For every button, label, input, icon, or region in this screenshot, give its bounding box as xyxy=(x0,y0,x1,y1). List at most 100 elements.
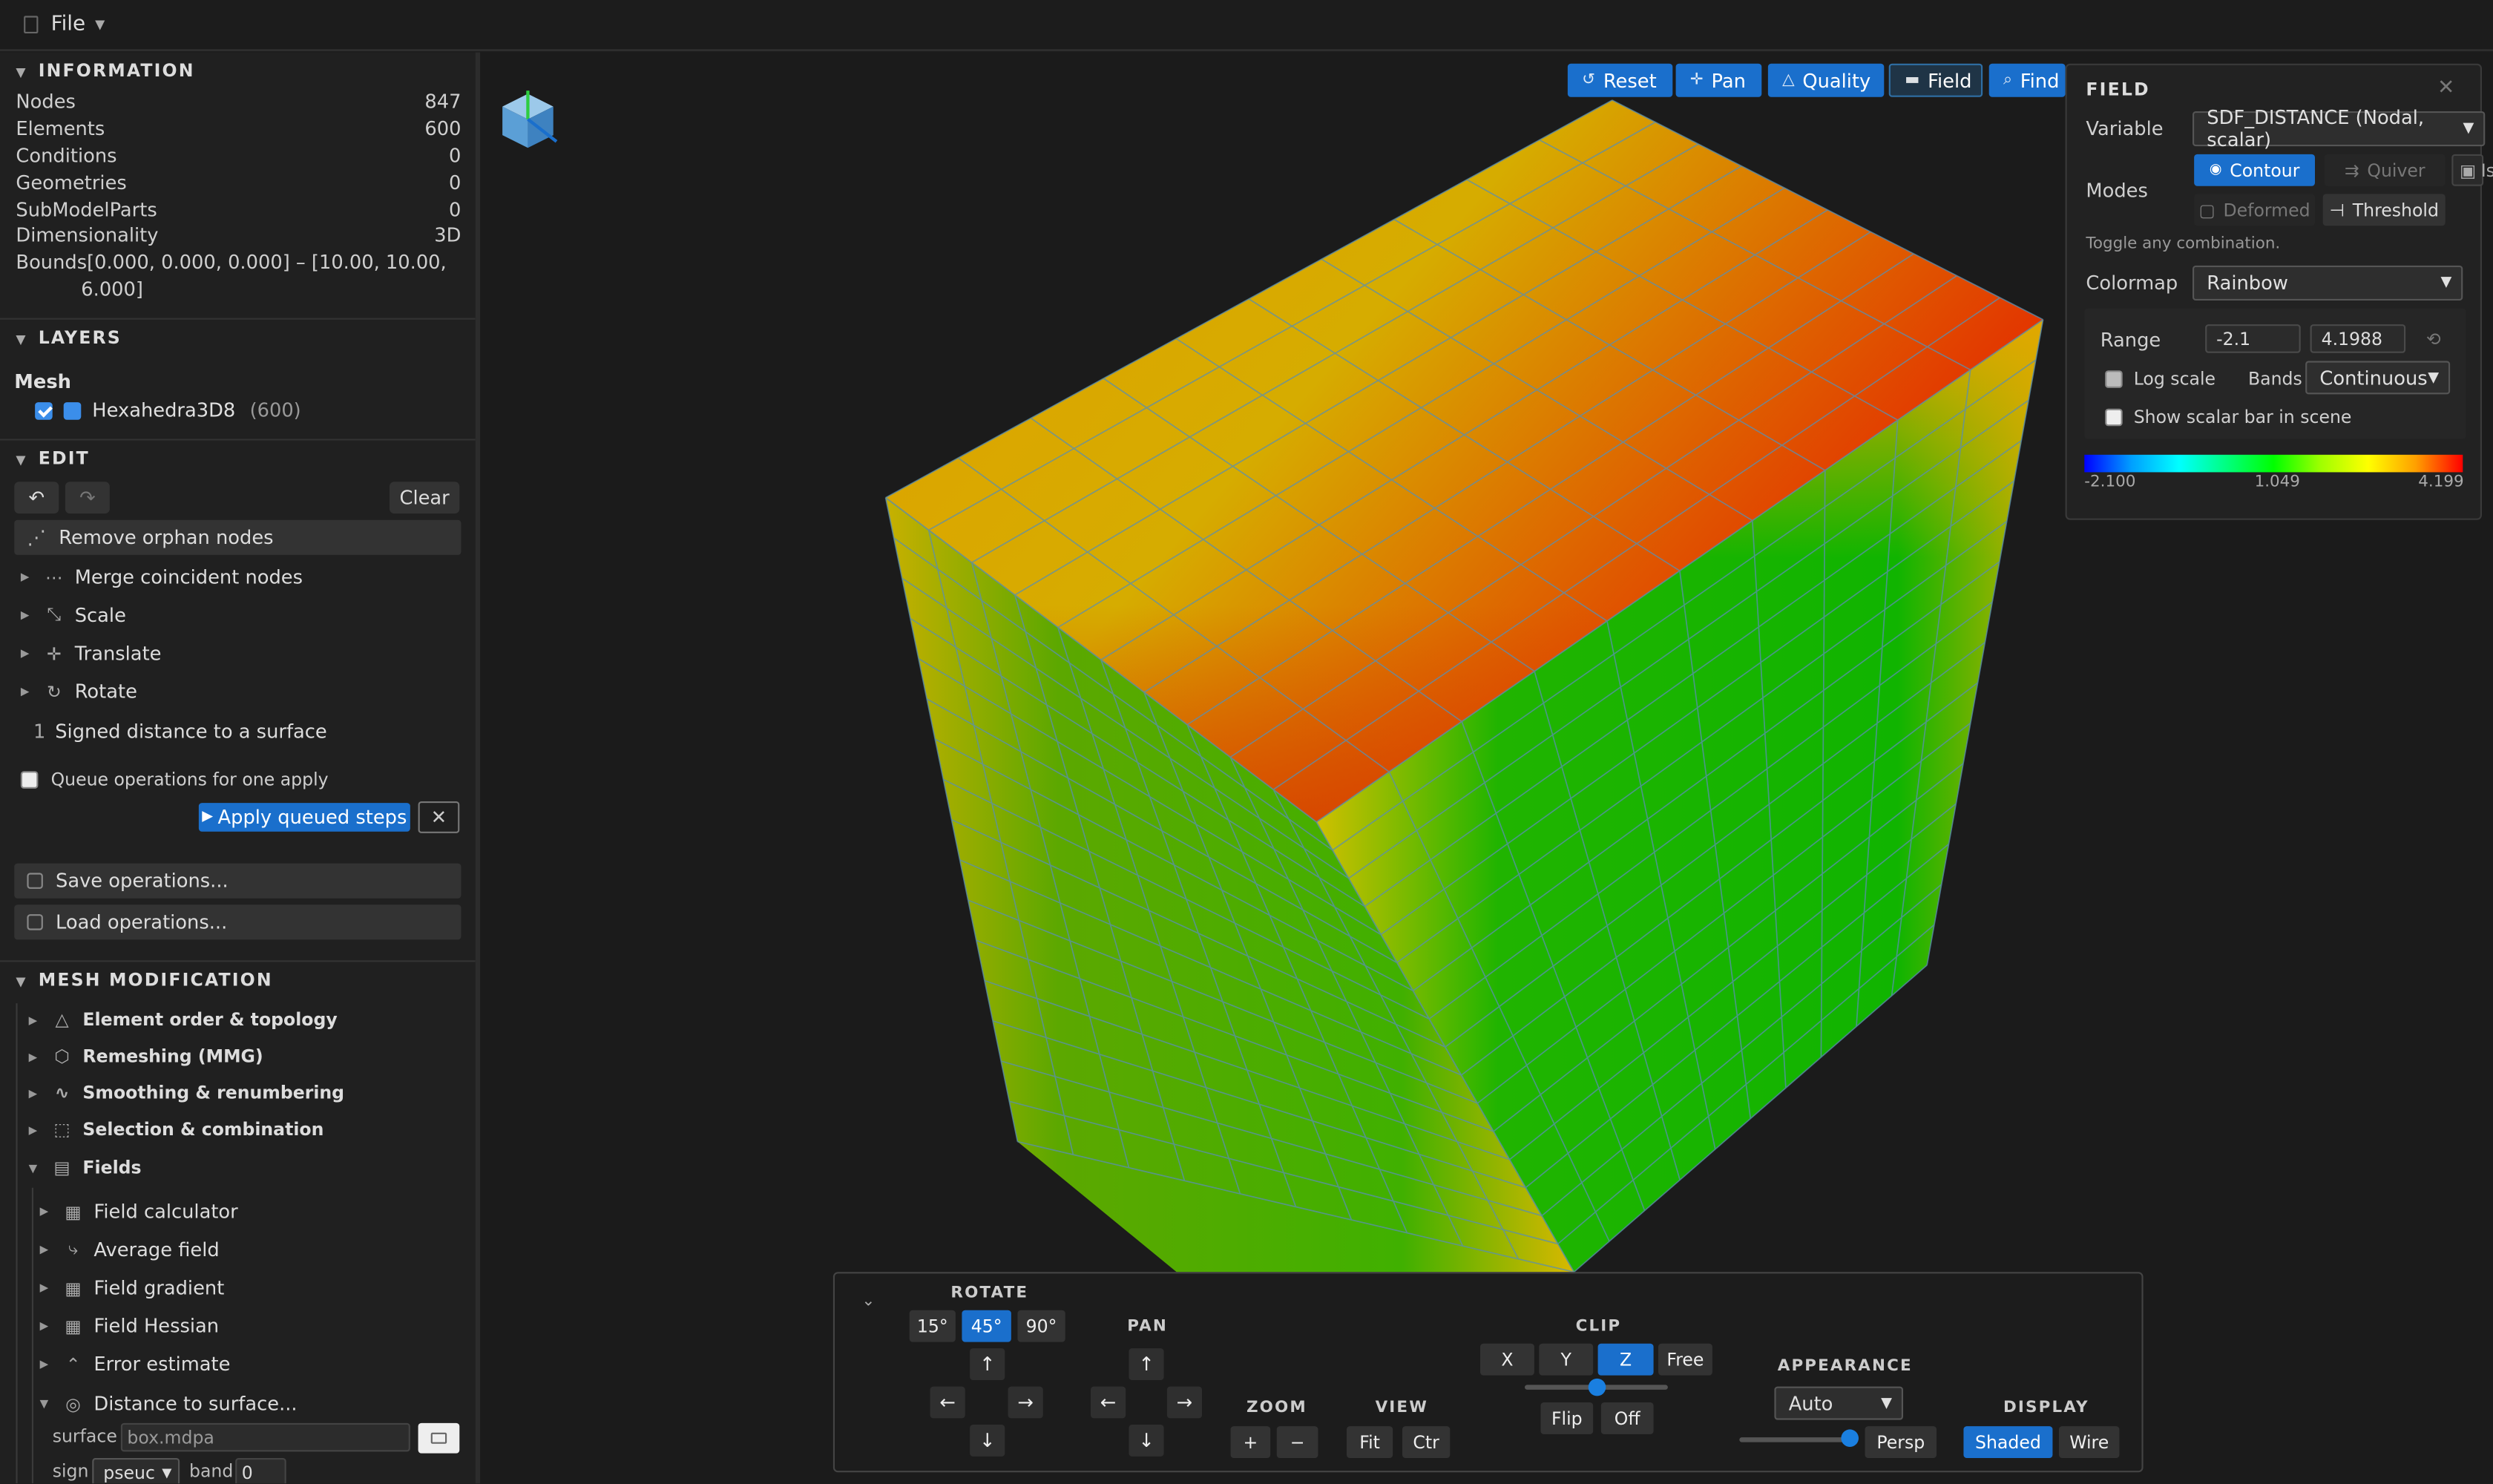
close-icon[interactable]: ✕ xyxy=(2437,76,2454,100)
error-estimate-item[interactable]: ▶ ⌃ Error estimate xyxy=(40,1353,231,1376)
appearance-slider-thumb[interactable] xyxy=(1841,1429,1859,1447)
pan-down-button[interactable]: ↓ xyxy=(1129,1425,1164,1457)
band-input[interactable]: 0 xyxy=(235,1457,286,1484)
layer-color-swatch[interactable] xyxy=(63,401,82,419)
layers-header[interactable]: ▼ LAYERS xyxy=(16,327,122,348)
bands-label: Bands xyxy=(2248,369,2302,390)
group-selection[interactable]: ▶ ⬚ Selection & combination xyxy=(29,1120,324,1140)
apply-queued-steps-button[interactable]: ▶ Apply queued steps xyxy=(198,803,410,832)
info-row-bounds: Bounds[0.000, 0.000, 0.000] – [10.00, 10… xyxy=(16,251,447,274)
clip-flip-button[interactable]: Flip xyxy=(1540,1402,1594,1434)
quality-button[interactable]: △ Quality xyxy=(1767,63,1885,97)
undo-button[interactable]: ↶ xyxy=(14,482,59,514)
distance-to-surface-item[interactable]: ▼ ◎ Distance to surface... xyxy=(40,1393,298,1415)
wire-button[interactable]: Wire xyxy=(2059,1426,2120,1458)
iso-mode-button[interactable]: ▣Is xyxy=(2451,154,2493,186)
edit-item-rotate[interactable]: ▶ ↻ Rotate xyxy=(21,680,137,703)
queue-checkbox[interactable] xyxy=(20,771,39,789)
queued-step[interactable]: 1 Signed distance to a surface xyxy=(33,720,327,743)
reset-button[interactable]: ↺ Reset xyxy=(1567,63,1673,97)
edit-item-merge[interactable]: ▶ ⋯ Merge coincident nodes xyxy=(21,566,303,588)
sign-select[interactable]: pseuc ▼ xyxy=(92,1457,180,1484)
range-max-input[interactable]: 4.1988 xyxy=(2310,324,2406,353)
grid-icon: ▦ xyxy=(65,1316,82,1337)
orientation-cube[interactable] xyxy=(496,88,560,154)
clip-free-button[interactable]: Free xyxy=(1658,1343,1712,1376)
field-hessian-item[interactable]: ▶ ▦ Field Hessian xyxy=(40,1315,220,1337)
angle-90-button[interactable]: 90° xyxy=(1017,1310,1065,1342)
scalar-bar-checkbox[interactable] xyxy=(2105,408,2123,427)
pan-button[interactable]: ✛ Pan xyxy=(1675,63,1762,97)
group-fields[interactable]: ▼ ▤ Fields xyxy=(29,1158,142,1178)
find-button[interactable]: ⌕ Find xyxy=(1988,63,2066,97)
zoom-in-button[interactable]: + xyxy=(1230,1426,1271,1458)
clip-slider-thumb[interactable] xyxy=(1588,1378,1606,1396)
pan-up-button[interactable]: ↑ xyxy=(1129,1348,1164,1380)
layer-item: Hexahedra3D8 (600) xyxy=(35,399,301,421)
collapse-icon[interactable]: ⌄ xyxy=(861,1293,875,1310)
appearance-select[interactable]: Auto ▼ xyxy=(1774,1386,1903,1420)
clip-y-button[interactable]: Y xyxy=(1539,1343,1594,1376)
layer-visibility-checkbox[interactable] xyxy=(35,401,53,419)
variable-select[interactable]: SDF_DISTANCE (Nodal, scalar) ▼ xyxy=(2193,107,2486,151)
log-scale-checkbox[interactable] xyxy=(2105,370,2123,388)
clip-off-button[interactable]: Off xyxy=(1600,1402,1654,1434)
group-smoothing[interactable]: ▶ ∿ Smoothing & renumbering xyxy=(29,1083,344,1103)
edit-item-translate[interactable]: ▶ ✛ Translate xyxy=(21,643,162,665)
group-remeshing[interactable]: ▶ ⬡ Remeshing (MMG) xyxy=(29,1046,263,1067)
rotate-up-button[interactable]: ↑ xyxy=(970,1348,1005,1380)
layer-group-mesh: Mesh xyxy=(14,370,71,393)
zoom-out-button[interactable]: − xyxy=(1276,1426,1318,1458)
colormap-select[interactable]: Rainbow ▼ xyxy=(2193,265,2463,301)
edit-item-scale[interactable]: ▶ ⤡ Scale xyxy=(21,604,126,626)
pan-right-button[interactable]: → xyxy=(1166,1386,1202,1419)
group-element-order[interactable]: ▶ △ Element order & topology xyxy=(29,1010,338,1031)
move-icon: ✛ xyxy=(1689,71,1704,89)
shaded-button[interactable]: Shaded xyxy=(1963,1426,2053,1458)
gradient-icon: ▦ xyxy=(65,1277,82,1298)
field-calculator-item[interactable]: ▶ ▦ Field calculator xyxy=(40,1201,238,1223)
chevron-right-icon: ▶ xyxy=(28,1050,38,1063)
clip-x-button[interactable]: X xyxy=(1479,1343,1534,1376)
fit-button[interactable]: Fit xyxy=(1347,1426,1393,1458)
surface-input[interactable]: box.mdpa xyxy=(120,1422,410,1452)
discard-queue-button[interactable]: ✕ xyxy=(418,801,460,833)
pan-left-button[interactable]: ← xyxy=(1091,1386,1126,1419)
quiver-mode-button[interactable]: ⇉ Quiver xyxy=(2324,154,2446,186)
quiver-icon: ⇉ xyxy=(2344,160,2359,181)
browse-button[interactable] xyxy=(418,1422,460,1454)
field-icon: ▬ xyxy=(1905,71,1920,89)
deformed-mode-button[interactable]: ▢ Deformed xyxy=(2194,194,2315,226)
merge-icon: ⋯ xyxy=(45,566,63,588)
edit-header[interactable]: ▼ EDIT xyxy=(16,448,89,469)
display-label: DISPLAY xyxy=(2003,1399,2089,1417)
chevron-down-icon: ▼ xyxy=(16,974,26,989)
redo-button[interactable]: ↷ xyxy=(65,482,110,514)
load-operations-button[interactable]: Load operations... xyxy=(14,904,462,940)
remove-orphan-nodes-button[interactable]: ⋰ Remove orphan nodes xyxy=(14,519,462,555)
rotate-left-button[interactable]: ← xyxy=(930,1386,965,1419)
triangle-icon: △ xyxy=(55,1009,69,1031)
center-button[interactable]: Ctr xyxy=(1402,1426,1451,1458)
angle-45-button[interactable]: 45° xyxy=(962,1310,1011,1342)
mesh-modification-header[interactable]: ▼ MESH MODIFICATION xyxy=(16,970,272,991)
appearance-slider-track[interactable] xyxy=(1739,1437,1854,1442)
chevron-down-icon: ▼ xyxy=(1881,1395,1892,1411)
range-min-input[interactable]: -2.1 xyxy=(2205,324,2301,353)
information-header[interactable]: ▼ INFORMATION xyxy=(16,60,194,81)
reset-range-icon[interactable]: ⟲ xyxy=(2426,329,2441,350)
field-button[interactable]: ▬ Field xyxy=(1888,63,1983,97)
clear-button[interactable]: Clear xyxy=(390,482,460,514)
field-gradient-item[interactable]: ▶ ▦ Field gradient xyxy=(40,1277,225,1299)
rotate-down-button[interactable]: ↓ xyxy=(970,1425,1005,1457)
threshold-mode-button[interactable]: ⊣ Threshold xyxy=(2322,194,2446,226)
contour-mode-button[interactable]: ◉ Contour xyxy=(2194,154,2315,186)
angle-15-button[interactable]: 15° xyxy=(909,1310,956,1342)
rotate-right-button[interactable]: → xyxy=(1008,1386,1043,1419)
bands-select[interactable]: Continuous ▼ xyxy=(2305,361,2451,395)
file-menu[interactable]: File xyxy=(51,13,86,36)
average-field-item[interactable]: ▶ ⤷ Average field xyxy=(40,1238,220,1261)
perspective-button[interactable]: Persp xyxy=(1865,1426,1937,1458)
clip-z-button[interactable]: Z xyxy=(1597,1343,1654,1376)
save-operations-button[interactable]: Save operations... xyxy=(14,863,462,899)
